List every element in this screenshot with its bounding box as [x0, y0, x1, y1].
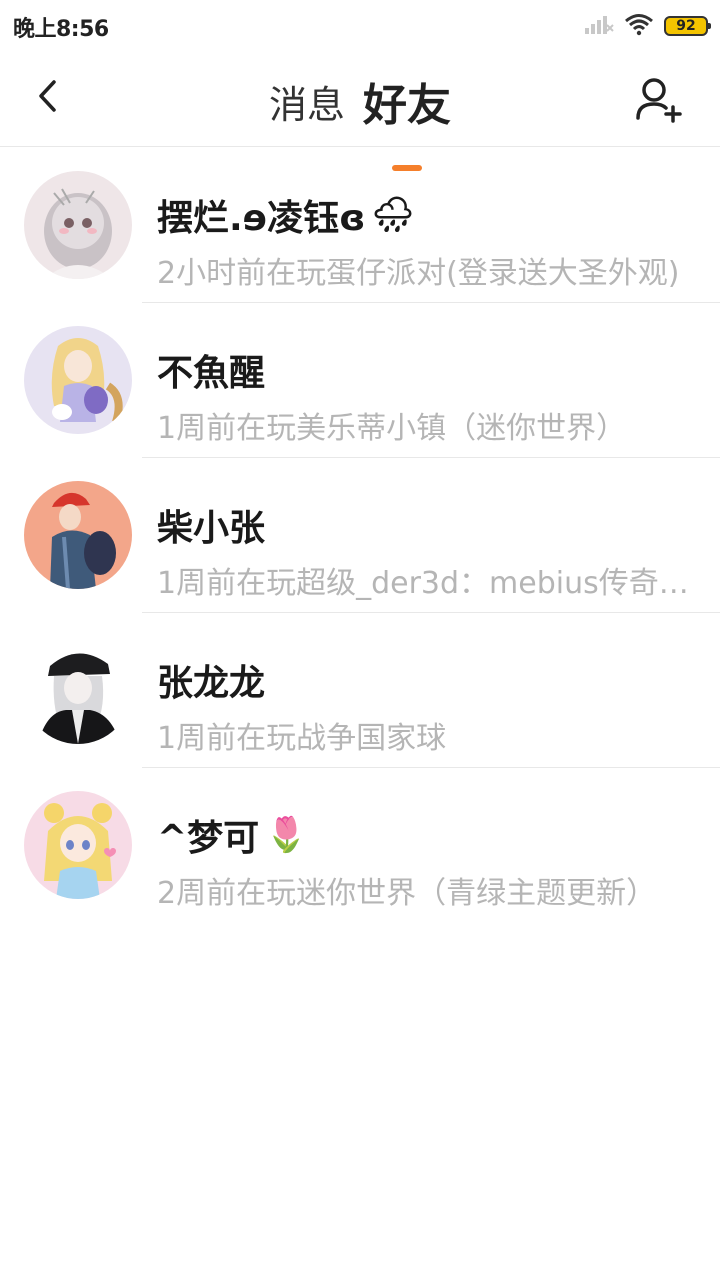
friend-activity: 2周前在玩迷你世界（青绿主题更新） [157, 876, 657, 911]
tab-messages[interactable]: 消息 [269, 70, 345, 129]
friend-name-text: 张龙龙 [157, 663, 266, 704]
status-bar: 晚上8:56 92 [0, 0, 720, 52]
friend-activity: 1周前在玩战争国家球 [157, 721, 447, 756]
friend-row[interactable]: ^梦可 🌷 2周前在玩迷你世界（青绿主题更新） [0, 767, 720, 922]
header: 消息 好友 [0, 52, 720, 171]
avatar[interactable] [24, 636, 132, 744]
friend-name: 柴小张 [157, 499, 265, 551]
avatar[interactable] [24, 326, 132, 434]
tab-friends[interactable]: 好友 [363, 65, 451, 171]
avatar[interactable] [24, 791, 132, 899]
friend-name-text: 摆烂.ɘ凌钰ɞ [157, 198, 366, 239]
status-time: 晚上8:56 [13, 17, 109, 42]
status-icons: 92 [584, 12, 711, 40]
tab-friends-label: 好友 [363, 80, 451, 131]
friend-name: 张龙龙 [157, 654, 265, 706]
friend-row[interactable]: 不魚醒 1周前在玩美乐蒂小镇（迷你世界） [0, 302, 720, 457]
wifi-icon [624, 12, 654, 40]
tab-messages-label: 消息 [268, 82, 345, 127]
battery-indicator: 92 [664, 16, 711, 36]
friend-row[interactable]: 张龙龙 1周前在玩战争国家球 [0, 612, 720, 767]
add-friend-button[interactable] [634, 74, 684, 124]
friend-name: 摆烂.ɘ凌钰ɞ 🌧 [157, 189, 415, 241]
friend-name: 不魚醒 [157, 344, 265, 396]
friend-row[interactable]: 柴小张 1周前在玩超级_der3d：mebius传奇之路 [0, 457, 720, 612]
avatar[interactable] [24, 481, 132, 589]
friend-activity: 1周前在玩美乐蒂小镇（迷你世界） [157, 411, 627, 446]
friend-list: 摆烂.ɘ凌钰ɞ 🌧 2小时前在玩蛋仔派对(登录送大圣外观) 不魚醒 1周前在玩美… [0, 147, 720, 922]
rain-cloud-icon: 🌧 [371, 195, 415, 235]
tulip-icon: 🌷 [265, 815, 308, 855]
add-user-icon [636, 78, 682, 123]
friend-row[interactable]: 摆烂.ɘ凌钰ɞ 🌧 2小时前在玩蛋仔派对(登录送大圣外观) [0, 147, 720, 302]
friend-name: ^梦可 🌷 [157, 809, 308, 861]
tab-bar: 消息 好友 [0, 52, 720, 171]
friend-name-text: 不魚醒 [157, 353, 266, 394]
friend-activity: 1周前在玩超级_der3d：mebius传奇之路 [157, 566, 697, 601]
friend-activity: 2小时前在玩蛋仔派对(登录送大圣外观) [157, 256, 680, 291]
avatar[interactable] [24, 171, 132, 279]
signal-icon [584, 13, 614, 39]
friend-name-text: ^梦可 [157, 818, 260, 859]
friend-name-text: 柴小张 [157, 508, 266, 549]
